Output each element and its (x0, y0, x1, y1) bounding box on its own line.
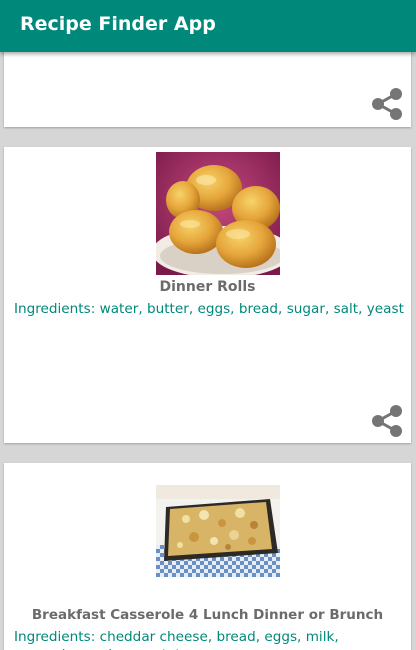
share-icon (372, 88, 402, 120)
recipe-card[interactable] (4, 52, 411, 127)
share-icon (372, 405, 402, 437)
recipe-image-casserole[interactable] (156, 485, 280, 577)
recipe-title[interactable]: Breakfast Casserole 4 Lunch Dinner or Br… (4, 607, 411, 623)
share-button[interactable] (369, 86, 405, 122)
share-button[interactable] (369, 403, 405, 439)
recipe-card[interactable]: Breakfast Casserole 4 Lunch Dinner or Br… (4, 463, 411, 650)
recipe-card[interactable]: Dinner Rolls Ingredients: water, butter,… (4, 147, 411, 443)
recipe-image-dinner-rolls[interactable] (156, 152, 280, 275)
recipe-list[interactable]: Dinner Rolls Ingredients: water, butter,… (0, 52, 416, 650)
recipe-ingredients: Ingredients: cheddar cheese, bread, eggs… (14, 629, 339, 650)
app-title: Recipe Finder App (20, 13, 216, 35)
recipe-ingredients: Ingredients: water, butter, eggs, bread,… (14, 301, 404, 317)
app-bar: Recipe Finder App (0, 0, 416, 52)
recipe-title[interactable]: Dinner Rolls (4, 279, 411, 295)
